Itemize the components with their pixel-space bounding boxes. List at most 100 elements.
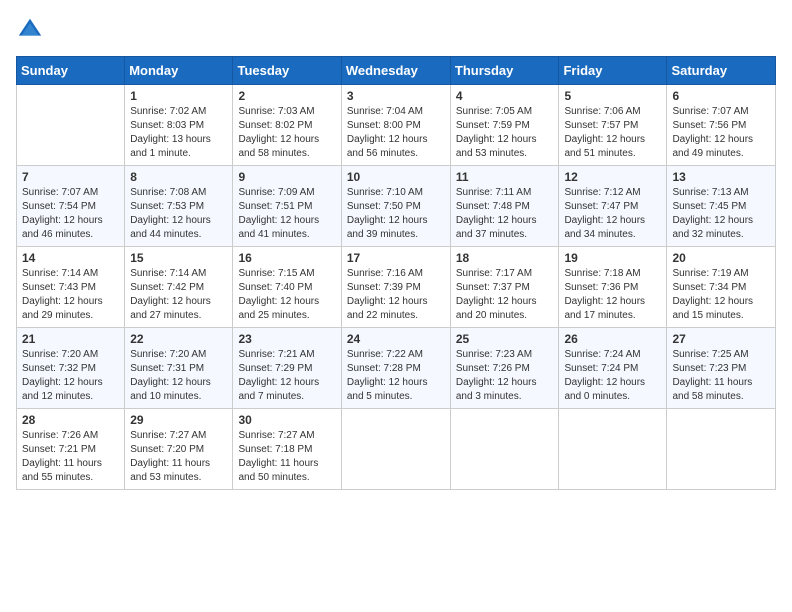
logo-icon [16, 16, 44, 44]
cell-info: Sunrise: 7:04 AMSunset: 8:00 PMDaylight:… [347, 105, 445, 161]
cell-info: Sunrise: 7:13 AMSunset: 7:45 PMDaylight:… [672, 186, 770, 242]
cell-info: Sunrise: 7:27 AMSunset: 7:18 PMDaylight:… [238, 429, 335, 485]
day-number: 13 [672, 170, 770, 184]
page-header [16, 16, 776, 44]
day-number: 15 [130, 251, 227, 265]
calendar-cell: 18 Sunrise: 7:17 AMSunset: 7:37 PMDayligh… [450, 247, 559, 328]
cell-info: Sunrise: 7:16 AMSunset: 7:39 PMDaylight:… [347, 267, 445, 323]
column-header-monday: Monday [125, 57, 233, 85]
calendar-cell: 20Sunrise: 7:19 AMSunset: 7:34 PMDayligh… [667, 247, 776, 328]
cell-info: Sunrise: 7:22 AMSunset: 7:28 PMDaylight:… [347, 348, 445, 404]
day-number: 10 [347, 170, 445, 184]
calendar-cell: 10 Sunrise: 7:10 AMSunset: 7:50 PMDayligh… [341, 166, 450, 247]
calendar-cell: 23Sunrise: 7:21 AMSunset: 7:29 PMDayligh… [233, 328, 341, 409]
cell-info: Sunrise: 7:19 AMSunset: 7:34 PMDaylight:… [672, 267, 770, 323]
day-number: 25 [456, 332, 554, 346]
cell-info: Sunrise: 7:18 AMSunset: 7:36 PMDaylight:… [564, 267, 661, 323]
cell-info: Sunrise: 7:27 AMSunset: 7:20 PMDaylight:… [130, 429, 227, 485]
column-header-saturday: Saturday [667, 57, 776, 85]
calendar-header-row: SundayMondayTuesdayWednesdayThursdayFrid… [17, 57, 776, 85]
day-number: 17 [347, 251, 445, 265]
cell-info: Sunrise: 7:20 AMSunset: 7:31 PMDaylight:… [130, 348, 227, 404]
calendar-cell: 4 Sunrise: 7:05 AMSunset: 7:59 PMDaylight… [450, 85, 559, 166]
calendar-cell: 29Sunrise: 7:27 AMSunset: 7:20 PMDayligh… [125, 409, 233, 490]
calendar-cell: 27Sunrise: 7:25 AMSunset: 7:23 PMDayligh… [667, 328, 776, 409]
calendar-cell: 26Sunrise: 7:24 AMSunset: 7:24 PMDayligh… [559, 328, 667, 409]
calendar-cell [450, 409, 559, 490]
logo [16, 16, 48, 44]
cell-info: Sunrise: 7:05 AMSunset: 7:59 PMDaylight:… [456, 105, 554, 161]
cell-info: Sunrise: 7:20 AMSunset: 7:32 PMDaylight:… [22, 348, 119, 404]
column-header-thursday: Thursday [450, 57, 559, 85]
day-number: 11 [456, 170, 554, 184]
calendar-cell: 6 Sunrise: 7:07 AMSunset: 7:56 PMDaylight… [667, 85, 776, 166]
cell-info: Sunrise: 7:03 AMSunset: 8:02 PMDaylight:… [238, 105, 335, 161]
day-number: 6 [672, 89, 770, 103]
calendar-cell [559, 409, 667, 490]
calendar-table: SundayMondayTuesdayWednesdayThursdayFrid… [16, 56, 776, 490]
day-number: 28 [22, 413, 119, 427]
calendar-cell: 11 Sunrise: 7:11 AMSunset: 7:48 PMDayligh… [450, 166, 559, 247]
column-header-tuesday: Tuesday [233, 57, 341, 85]
cell-info: Sunrise: 7:14 AMSunset: 7:43 PMDaylight:… [22, 267, 119, 323]
calendar-cell: 13 Sunrise: 7:13 AMSunset: 7:45 PMDayligh… [667, 166, 776, 247]
calendar-cell: 15Sunrise: 7:14 AMSunset: 7:42 PMDayligh… [125, 247, 233, 328]
calendar-cell [667, 409, 776, 490]
day-number: 9 [238, 170, 335, 184]
calendar-cell: 9 Sunrise: 7:09 AMSunset: 7:51 PMDaylight… [233, 166, 341, 247]
day-number: 14 [22, 251, 119, 265]
calendar-cell: 5Sunrise: 7:06 AMSunset: 7:57 PMDaylight… [559, 85, 667, 166]
cell-info: Sunrise: 7:10 AMSunset: 7:50 PMDaylight:… [347, 186, 445, 242]
cell-info: Sunrise: 7:08 AMSunset: 7:53 PMDaylight:… [130, 186, 227, 242]
day-number: 12 [564, 170, 661, 184]
calendar-cell: 1 Sunrise: 7:02 AMSunset: 8:03 PMDaylight… [125, 85, 233, 166]
day-number: 24 [347, 332, 445, 346]
day-number: 21 [22, 332, 119, 346]
column-header-sunday: Sunday [17, 57, 125, 85]
day-number: 3 [347, 89, 445, 103]
calendar-cell: 24 Sunrise: 7:22 AMSunset: 7:28 PMDayligh… [341, 328, 450, 409]
day-number: 16 [238, 251, 335, 265]
calendar-week-row: 28 Sunrise: 7:26 AMSunset: 7:21 PMDayligh… [17, 409, 776, 490]
calendar-week-row: 21 Sunrise: 7:20 AMSunset: 7:32 PMDayligh… [17, 328, 776, 409]
day-number: 4 [456, 89, 554, 103]
column-header-wednesday: Wednesday [341, 57, 450, 85]
cell-info: Sunrise: 7:24 AMSunset: 7:24 PMDaylight:… [564, 348, 661, 404]
calendar-cell: 28 Sunrise: 7:26 AMSunset: 7:21 PMDayligh… [17, 409, 125, 490]
day-number: 27 [672, 332, 770, 346]
cell-info: Sunrise: 7:23 AMSunset: 7:26 PMDaylight:… [456, 348, 554, 404]
calendar-cell [17, 85, 125, 166]
calendar-cell: 16Sunrise: 7:15 AMSunset: 7:40 PMDayligh… [233, 247, 341, 328]
calendar-cell: 25 Sunrise: 7:23 AMSunset: 7:26 PMDayligh… [450, 328, 559, 409]
day-number: 7 [22, 170, 119, 184]
cell-info: Sunrise: 7:02 AMSunset: 8:03 PMDaylight:… [130, 105, 227, 161]
column-header-friday: Friday [559, 57, 667, 85]
day-number: 18 [456, 251, 554, 265]
calendar-cell: 30 Sunrise: 7:27 AMSunset: 7:18 PMDayligh… [233, 409, 341, 490]
calendar-week-row: 14 Sunrise: 7:14 AMSunset: 7:43 PMDayligh… [17, 247, 776, 328]
cell-info: Sunrise: 7:09 AMSunset: 7:51 PMDaylight:… [238, 186, 335, 242]
day-number: 23 [238, 332, 335, 346]
day-number: 1 [130, 89, 227, 103]
calendar-cell: 7 Sunrise: 7:07 AMSunset: 7:54 PMDaylight… [17, 166, 125, 247]
day-number: 22 [130, 332, 227, 346]
day-number: 19 [564, 251, 661, 265]
cell-info: Sunrise: 7:17 AMSunset: 7:37 PMDaylight:… [456, 267, 554, 323]
cell-info: Sunrise: 7:07 AMSunset: 7:54 PMDaylight:… [22, 186, 119, 242]
cell-info: Sunrise: 7:11 AMSunset: 7:48 PMDaylight:… [456, 186, 554, 242]
day-number: 2 [238, 89, 335, 103]
day-number: 30 [238, 413, 335, 427]
calendar-week-row: 1 Sunrise: 7:02 AMSunset: 8:03 PMDaylight… [17, 85, 776, 166]
cell-info: Sunrise: 7:12 AMSunset: 7:47 PMDaylight:… [564, 186, 661, 242]
calendar-cell: 19 Sunrise: 7:18 AMSunset: 7:36 PMDayligh… [559, 247, 667, 328]
cell-info: Sunrise: 7:06 AMSunset: 7:57 PMDaylight:… [564, 105, 661, 161]
calendar-cell: 2 Sunrise: 7:03 AMSunset: 8:02 PMDaylight… [233, 85, 341, 166]
day-number: 8 [130, 170, 227, 184]
calendar-cell: 22 Sunrise: 7:20 AMSunset: 7:31 PMDayligh… [125, 328, 233, 409]
calendar-week-row: 7 Sunrise: 7:07 AMSunset: 7:54 PMDaylight… [17, 166, 776, 247]
cell-info: Sunrise: 7:07 AMSunset: 7:56 PMDaylight:… [672, 105, 770, 161]
calendar-cell: 12 Sunrise: 7:12 AMSunset: 7:47 PMDayligh… [559, 166, 667, 247]
calendar-cell: 21 Sunrise: 7:20 AMSunset: 7:32 PMDayligh… [17, 328, 125, 409]
calendar-cell: 8 Sunrise: 7:08 AMSunset: 7:53 PMDaylight… [125, 166, 233, 247]
cell-info: Sunrise: 7:26 AMSunset: 7:21 PMDaylight:… [22, 429, 119, 485]
